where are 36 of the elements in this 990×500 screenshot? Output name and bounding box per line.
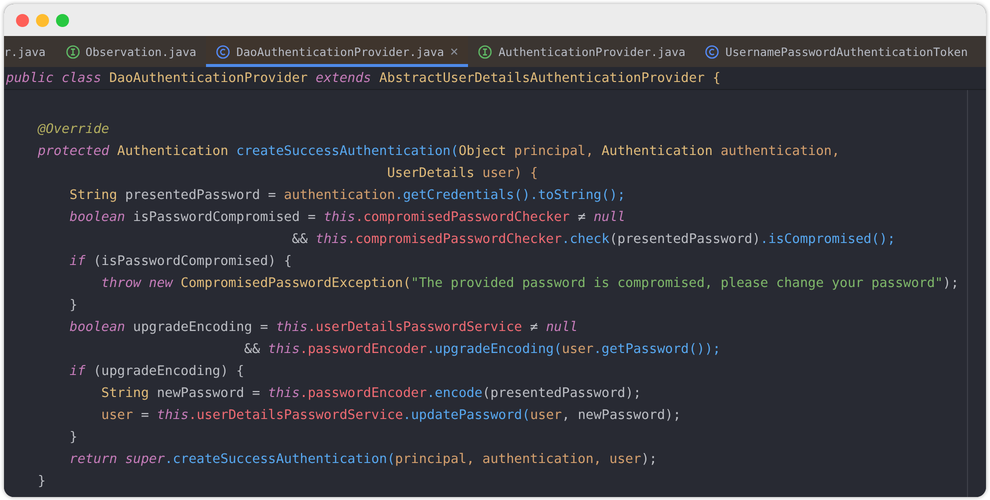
- code-line: UserDetails user) {: [386, 166, 538, 180]
- tab-label: r.java: [4, 44, 46, 58]
- code-line: String presentedPassword = authentication.getCredentials().toString();: [68, 188, 626, 202]
- editor-tab[interactable]: UsernamePasswordAuthenticationToken: [695, 36, 978, 67]
- code-line: throw new CompromisedPasswordException("The provided password is compromised, please change your password");: [100, 276, 959, 290]
- code-line: protected Authentication createSuccessAuthentication(Object principal, Authentication authentication,: [36, 144, 840, 158]
- code-line: }: [36, 474, 46, 488]
- tab-label: Observation.java: [86, 44, 196, 58]
- editor-tab[interactable]: AuthenticationProvider.java: [468, 36, 696, 67]
- editor-tab[interactable]: r.java: [4, 36, 56, 67]
- code-line: if (upgradeEncoding) {: [68, 364, 244, 378]
- code-line: boolean upgradeEncoding = this.userDetailsPasswordService ≠ null: [68, 320, 578, 334]
- interface-icon: [66, 44, 80, 58]
- class-icon: [705, 44, 720, 58]
- code-line: public class DaoAuthenticationProvider extends AbstractUserDetailsAuthenticationProvider {: [6, 70, 721, 86]
- code-line: }: [68, 298, 78, 312]
- close-tab-button[interactable]: ×: [450, 44, 458, 60]
- code-line: @Override: [36, 122, 110, 136]
- minimize-button[interactable]: [36, 14, 49, 26]
- class-icon: [216, 44, 230, 58]
- tab-label: AuthenticationProvider.java: [498, 44, 686, 58]
- code-line: String newPassword = this.passwordEncoder.encode(presentedPassword);: [100, 386, 642, 400]
- zoom-button[interactable]: [56, 14, 69, 26]
- tab-label: DaoAuthenticationProvider.java: [236, 44, 444, 58]
- code-line: boolean isPasswordCompromised = this.compromisedPasswordChecker ≠ null: [68, 210, 626, 224]
- code-line: user = this.userDetailsPasswordService.updatePassword(user, newPassword);: [100, 408, 681, 422]
- code-line: return super.createSuccessAuthentication(principal, authentication, user);: [68, 452, 658, 466]
- code-line: && this.compromisedPasswordChecker.check(presentedPassword).isCompromised();: [290, 232, 896, 246]
- interface-icon: [478, 44, 492, 58]
- code-line: }: [68, 430, 78, 444]
- code-line: && this.passwordEncoder.upgradeEncoding(user.getPassword());: [243, 342, 721, 356]
- editor-tab[interactable]: DaoAuthenticationProvider.java ×: [206, 36, 468, 67]
- code-line: if (isPasswordCompromised) {: [68, 254, 292, 268]
- tab-label: UsernamePasswordAuthenticationToken: [725, 44, 968, 58]
- close-button[interactable]: [16, 14, 29, 26]
- editor-tab[interactable]: Observation.java: [56, 36, 206, 67]
